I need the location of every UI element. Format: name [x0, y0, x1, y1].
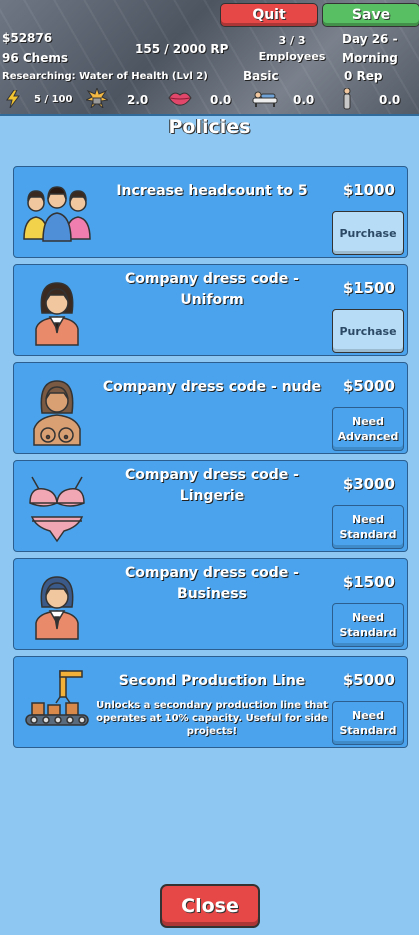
policy-price: $1500 — [342, 279, 395, 297]
lips-icon — [168, 92, 192, 106]
lightning-icon — [6, 90, 20, 108]
lingerie-icon — [29, 476, 85, 543]
policy-card: Second Production Line Unlocks a seconda… — [13, 656, 408, 748]
figure-icon — [343, 88, 351, 110]
people-group-icon — [23, 186, 91, 242]
need-standard-button[interactable]: Need Standard — [332, 701, 404, 745]
money-value: $52876 — [2, 31, 53, 45]
stat-5-value: 0.0 — [379, 93, 401, 107]
policy-price: $5000 — [342, 671, 395, 689]
researching-label: Researching: Water of Health (Lvl 2) — [2, 71, 208, 82]
chems-value: 96 Chems — [2, 51, 69, 65]
policy-description: Unlocks a secondary production line that… — [96, 700, 328, 737]
policy-card: Company dress code - Uniform $1500 Purch… — [13, 264, 408, 356]
research-points: 155 / 2000 RP — [135, 42, 229, 56]
policy-card: Company dress code - nude $5000 Need Adv… — [13, 362, 408, 454]
policy-price: $1000 — [342, 181, 395, 199]
day-label: Day 26 - — [342, 32, 398, 46]
policy-price: $5000 — [342, 377, 395, 395]
policy-card: Increase headcount to 5 $1000 Purchase — [13, 166, 408, 258]
time-of-day: Morning — [342, 51, 398, 65]
tier-label: Basic — [243, 69, 279, 83]
policy-name: Increase headcount to 5 — [116, 183, 308, 199]
rep-value: 0 Rep — [344, 69, 383, 83]
policy-name: Company dress code - Business — [125, 565, 299, 602]
save-button[interactable]: Save — [322, 3, 419, 27]
stat-3-value: 0.0 — [210, 93, 232, 107]
stat-4-value: 0.0 — [293, 93, 315, 107]
woman-nude-icon — [33, 380, 81, 446]
massage-table-icon — [252, 91, 278, 107]
need-standard-button[interactable]: Need Standard — [332, 603, 404, 647]
woman-business-icon — [35, 576, 79, 640]
policy-name: Company dress code - Lingerie — [125, 467, 299, 504]
panel-title: Policies — [168, 116, 251, 138]
policy-name: Second Production Line — [118, 673, 306, 689]
policy-price: $1500 — [342, 573, 395, 591]
purchase-button[interactable]: Purchase — [332, 309, 404, 353]
close-button[interactable]: Close — [160, 884, 260, 928]
policy-price: $3000 — [342, 475, 395, 493]
stat-2-value: 2.0 — [127, 93, 149, 107]
employees-count: 3 / 3 — [278, 34, 306, 47]
energy-value: 5 / 100 — [34, 94, 73, 105]
need-advanced-button[interactable]: Need Advanced — [332, 407, 404, 451]
policy-card: Company dress code - Lingerie $3000 Need… — [13, 460, 408, 552]
policy-card: Company dress code - Business $1500 Need… — [13, 558, 408, 650]
purchase-button[interactable]: Purchase — [332, 211, 404, 255]
explosion-icon — [86, 88, 108, 108]
policy-name: Company dress code - Uniform — [125, 271, 299, 308]
quit-button[interactable]: Quit — [220, 3, 318, 27]
policy-name: Company dress code - nude — [102, 379, 322, 395]
woman-uniform-icon — [35, 282, 79, 346]
employees-label: Employees — [258, 50, 326, 63]
need-standard-button[interactable]: Need Standard — [332, 505, 404, 549]
conveyor-icon — [25, 670, 89, 726]
